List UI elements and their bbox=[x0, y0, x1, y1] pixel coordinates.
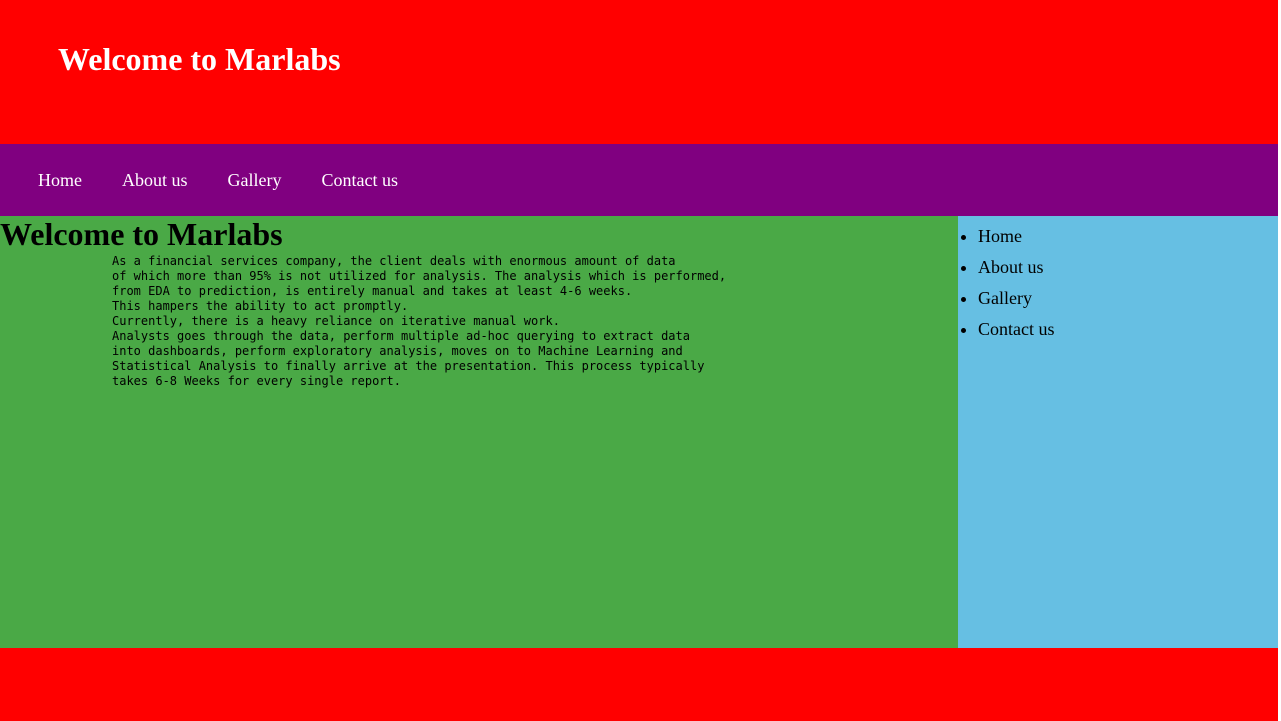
footer bbox=[0, 648, 1278, 721]
sidebar-list: Home About us Gallery Contact us bbox=[958, 225, 1055, 349]
body-line-7: into dashboards, perform exploratory ana… bbox=[112, 344, 683, 358]
body-line-5: Currently, there is a heavy reliance on … bbox=[112, 314, 560, 328]
body-line-3: from EDA to prediction, is entirely manu… bbox=[112, 284, 633, 298]
header-banner: Welcome to Marlabs bbox=[0, 0, 1278, 144]
top-nav-item-contact-us[interactable]: Contact us bbox=[302, 169, 419, 191]
sidebar: Home About us Gallery Contact us bbox=[958, 216, 1278, 648]
sidebar-item-about-us[interactable]: About us bbox=[978, 256, 1055, 278]
main-body-text: As a financial services company, the cli… bbox=[112, 254, 726, 389]
body-line-9: takes 6-8 Weeks for every single report. bbox=[112, 374, 401, 388]
sidebar-item-home[interactable]: Home bbox=[978, 225, 1055, 247]
body-line-1: As a financial services company, the cli… bbox=[112, 254, 676, 268]
top-nav-item-about-us[interactable]: About us bbox=[102, 169, 208, 191]
body-line-2: of which more than 95% is not utilized f… bbox=[112, 269, 727, 283]
top-navigation: Home About us Gallery Contact us bbox=[0, 144, 1278, 216]
body-line-4: This hampers the ability to act promptly… bbox=[112, 299, 409, 313]
top-nav-list: Home About us Gallery Contact us bbox=[18, 144, 418, 216]
page: Welcome to Marlabs Home About us Gallery… bbox=[0, 0, 1278, 721]
body-line-8: Statistical Analysis to finally arrive a… bbox=[112, 359, 705, 373]
body-line-6: Analysts goes through the data, perform … bbox=[112, 329, 690, 343]
main-content: Welcome to Marlabs As a financial servic… bbox=[0, 216, 958, 648]
top-nav-item-gallery[interactable]: Gallery bbox=[208, 169, 302, 191]
sidebar-item-contact-us[interactable]: Contact us bbox=[978, 318, 1055, 340]
main-heading: Welcome to Marlabs bbox=[0, 216, 283, 252]
sidebar-item-gallery[interactable]: Gallery bbox=[978, 287, 1055, 309]
top-nav-item-home[interactable]: Home bbox=[18, 169, 102, 191]
header-title: Welcome to Marlabs bbox=[58, 41, 341, 77]
